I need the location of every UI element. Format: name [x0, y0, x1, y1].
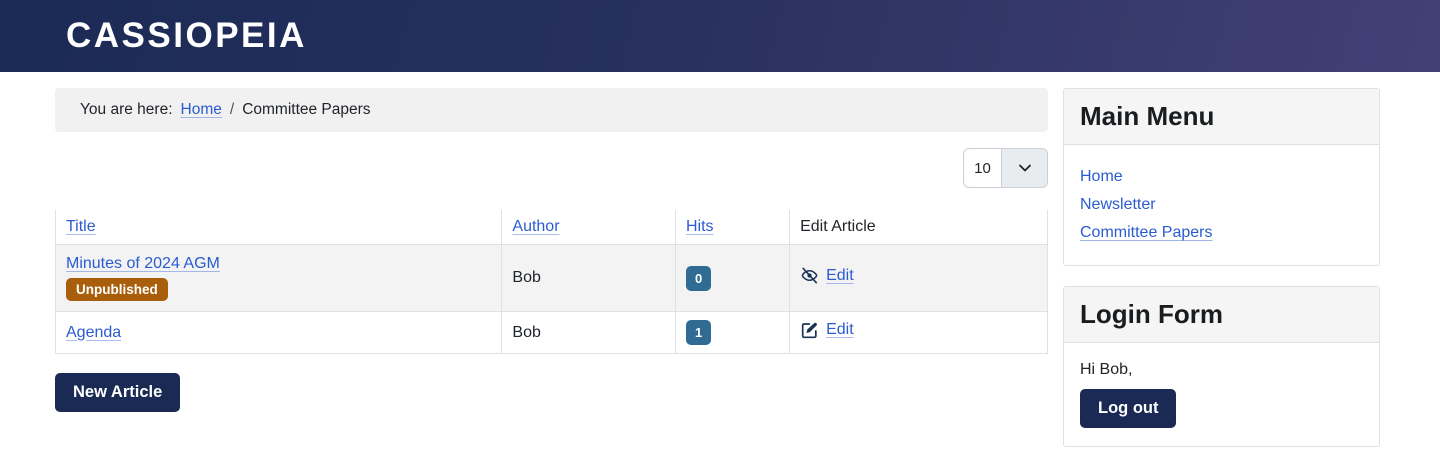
- menu-link-home[interactable]: Home: [1080, 168, 1123, 185]
- items-per-page-value: 10: [974, 159, 991, 177]
- sidebar: Main Menu Home Newsletter Committee Pape…: [1063, 88, 1380, 467]
- title-cell: Agenda: [54, 311, 503, 354]
- edit-link-label: Edit: [826, 321, 854, 338]
- menu-link-committee-papers[interactable]: Committee Papers: [1080, 224, 1213, 241]
- sort-author-link[interactable]: Author: [512, 218, 559, 235]
- menu-item-newsletter: Newsletter: [1080, 191, 1363, 219]
- article-title-link[interactable]: Minutes of 2024 AGM: [66, 255, 220, 272]
- title-cell: Minutes of 2024 AGM Unpublished: [54, 244, 503, 312]
- breadcrumb-prefix: You are here:: [80, 101, 173, 118]
- main-column: You are here: Home / Committee Papers 10…: [54, 88, 1048, 412]
- login-form-card: Login Form Hi Bob, Log out: [1063, 286, 1380, 447]
- article-title-link[interactable]: Agenda: [66, 324, 121, 341]
- sort-hits-link[interactable]: Hits: [686, 218, 714, 235]
- menu-item-committee-papers: Committee Papers: [1080, 219, 1363, 247]
- edit-link-label: Edit: [826, 266, 854, 284]
- table-row: Agenda Bob 1 Edit: [54, 311, 1048, 354]
- edit-article-link[interactable]: Edit: [800, 321, 854, 340]
- login-form-title: Login Form: [1064, 287, 1379, 343]
- breadcrumb-current: Committee Papers: [242, 101, 371, 118]
- menu-link-newsletter[interactable]: Newsletter: [1080, 196, 1156, 213]
- login-greeting: Hi Bob,: [1080, 361, 1133, 378]
- main-menu-body: Home Newsletter Committee Papers: [1064, 145, 1379, 265]
- table-header-row: Title Author Hits Edit Article: [54, 210, 1048, 245]
- status-badge: Unpublished: [66, 278, 168, 301]
- login-form-body: Hi Bob, Log out: [1064, 343, 1379, 446]
- main-menu-list: Home Newsletter Committee Papers: [1080, 163, 1363, 247]
- column-header-author: Author: [501, 210, 676, 245]
- hits-cell: 0: [674, 244, 791, 312]
- author-cell: Bob: [501, 244, 676, 312]
- column-header-title: Title: [54, 210, 503, 245]
- brand-logo[interactable]: CASSIOPEIA: [66, 16, 307, 56]
- author-cell: Bob: [501, 311, 676, 354]
- breadcrumb-separator: /: [229, 101, 235, 118]
- hits-badge: 1: [685, 320, 712, 345]
- edit-article-link[interactable]: Edit: [800, 266, 854, 285]
- eye-slash-icon: [800, 266, 819, 285]
- edit-cell: Edit: [789, 244, 1048, 312]
- main-menu-card: Main Menu Home Newsletter Committee Pape…: [1063, 88, 1380, 266]
- chevron-down-icon: [1001, 149, 1047, 187]
- breadcrumb-home-link[interactable]: Home: [181, 101, 222, 119]
- items-per-page-select[interactable]: 10: [963, 148, 1048, 188]
- site-header: CASSIOPEIA: [0, 0, 1440, 72]
- table-actions: New Article: [55, 373, 1048, 412]
- edit-cell: Edit: [789, 311, 1048, 354]
- table-row: Minutes of 2024 AGM Unpublished Bob 0 Ed…: [54, 244, 1048, 312]
- filter-row: 10: [55, 148, 1048, 188]
- hits-cell: 1: [674, 311, 791, 354]
- breadcrumb: You are here: Home / Committee Papers: [55, 88, 1048, 132]
- pen-square-icon: [800, 321, 819, 340]
- column-header-edit: Edit Article: [789, 210, 1048, 245]
- sort-title-link[interactable]: Title: [66, 218, 96, 235]
- logout-button[interactable]: Log out: [1080, 389, 1177, 428]
- menu-item-home: Home: [1080, 163, 1363, 191]
- main-menu-title: Main Menu: [1064, 89, 1379, 145]
- new-article-button[interactable]: New Article: [55, 373, 181, 412]
- column-header-hits: Hits: [674, 210, 791, 245]
- page-content: You are here: Home / Committee Papers 10…: [54, 88, 1380, 467]
- hits-badge: 0: [685, 265, 712, 291]
- article-table: Title Author Hits Edit Article Minutes o…: [54, 210, 1048, 354]
